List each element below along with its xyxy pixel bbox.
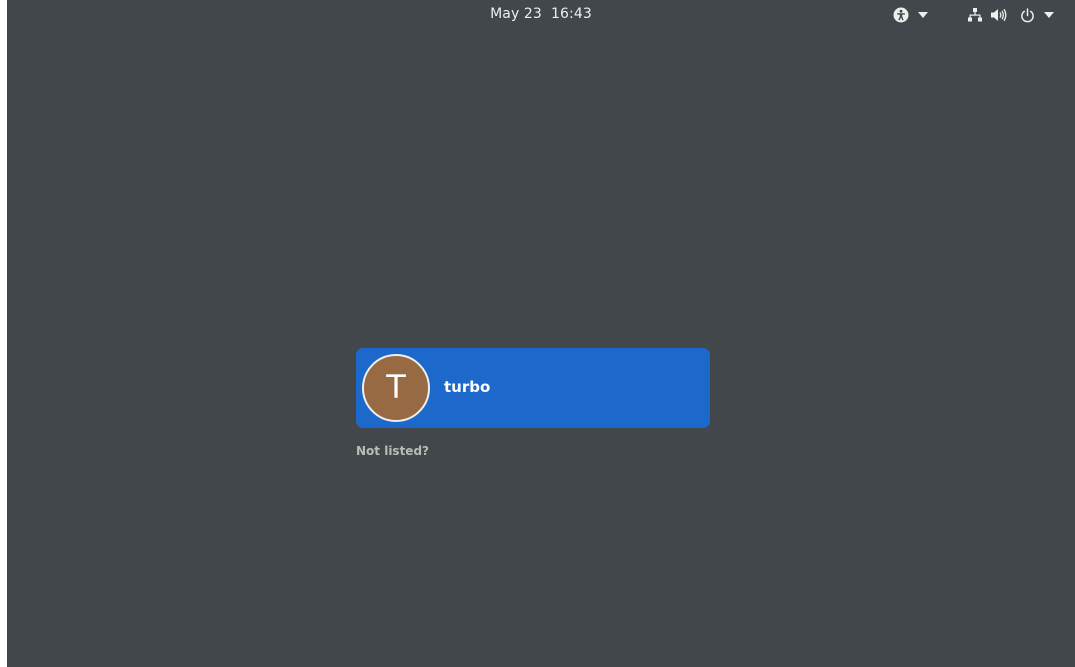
user-list-item[interactable]: T turbo <box>356 348 710 428</box>
chevron-down-icon <box>1044 12 1054 18</box>
chevron-down-icon <box>918 12 928 18</box>
login-screen: May 23 16:43 T turbo Not listed? <box>7 0 1075 667</box>
accessibility-icon <box>893 7 909 23</box>
user-name: turbo <box>444 378 491 396</box>
power-icon <box>1020 7 1035 23</box>
network-wired-icon <box>968 8 982 22</box>
user-list: T turbo Not listed? <box>356 348 710 459</box>
system-menu[interactable] <box>968 5 1054 25</box>
not-listed-button[interactable]: Not listed? <box>356 444 429 458</box>
top-bar: May 23 16:43 <box>7 0 1075 30</box>
clock-time: 16:43 <box>551 6 592 22</box>
volume-icon <box>991 8 1007 22</box>
accessibility-menu[interactable] <box>893 5 928 25</box>
avatar: T <box>362 354 430 422</box>
clock-date: May 23 <box>490 6 542 22</box>
